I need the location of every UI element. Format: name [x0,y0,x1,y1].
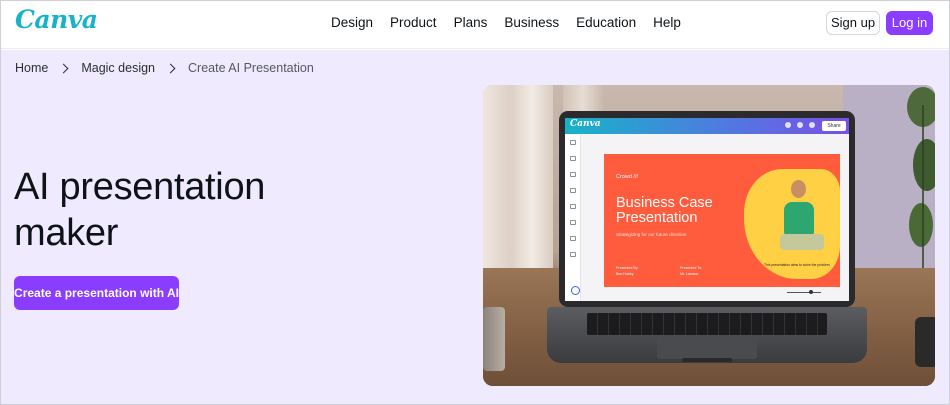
editor-toolbar: Canva Share [565,118,849,134]
share-button: Share [822,121,846,131]
browser-frame: Canva Design Product Plans Business Educ… [0,0,950,405]
cup-decor [483,307,505,371]
trackpad [657,337,757,359]
presented-by-value: Ben Hatley [616,272,634,276]
breadcrumb-magic-design[interactable]: Magic design [81,61,155,75]
nav-design[interactable]: Design [331,15,373,31]
canva-logo[interactable]: Canva [15,5,98,34]
slide-note: This presentation aims to solve the prob… [764,263,830,267]
editor-sidebar [565,134,581,301]
laptop-lip [682,358,732,362]
toolbar-icons [785,122,819,130]
nav-product[interactable]: Product [390,15,437,31]
page-title: AI presentation maker [14,164,374,256]
elements-icon [570,156,576,161]
presented-to-label: Presented To: [680,266,703,270]
projects-icon [570,236,576,241]
camera-decor [915,317,935,367]
sign-up-button[interactable]: Sign up [826,11,880,35]
presented-to-value: Mr. Lawson [680,272,699,276]
slide-brand: Crowd /// [616,174,639,180]
top-nav-bar: Canva Design Product Plans Business Educ… [1,1,949,49]
hero-image-laptop: Canva Share Crowd /// Business Case Pres… [483,85,935,386]
presentation-slide: Crowd /// Business Case Presentation Str… [604,154,840,287]
breadcrumb-home[interactable]: Home [15,61,48,75]
slide-title: Business Case Presentation [616,195,713,226]
draw-icon [570,220,576,225]
plus-icon [797,122,803,128]
page-title-line-1: AI presentation [14,166,266,208]
curtain-decor [483,85,553,275]
laptop-base [547,307,867,363]
text-icon [570,172,576,177]
person-body [784,202,814,236]
hero-section: Home Magic design Create AI Presentation… [1,50,949,404]
create-presentation-button[interactable]: Create a presentation with AI [14,276,179,310]
template-icon [570,140,576,145]
chevron-right-icon [165,63,176,73]
nav-education[interactable]: Education [576,15,636,31]
page-title-line-2: maker [14,212,119,254]
main-nav: Design Product Plans Business Education … [331,15,698,31]
editor-screen: Canva Share Crowd /// Business Case Pres… [565,118,849,301]
chart-icon [809,122,815,128]
uploads-icon [570,204,576,209]
slide-subtitle: Strategizing for our future direction [616,232,687,237]
nav-business[interactable]: Business [504,15,559,31]
person-legs [780,234,824,250]
presented-by-label: Presented By: [616,266,639,270]
plant-decor [907,87,935,285]
nav-help[interactable]: Help [653,15,681,31]
magic-icon [571,286,580,295]
logo-part-2: nva [50,5,98,34]
editor-logo: Canva [570,119,601,129]
breadcrumb: Home Magic design Create AI Presentation [15,61,314,75]
zoom-slider-knob [809,290,813,294]
laptop-screen: Canva Share Crowd /// Business Case Pres… [559,111,855,307]
nav-plans[interactable]: Plans [454,15,488,31]
breadcrumb-current: Create AI Presentation [188,61,314,75]
logo-part-1: Ca [15,5,51,34]
avatar-icon [785,122,791,128]
brand-icon [570,188,576,193]
person-head [791,180,806,198]
zoom-slider [787,292,821,293]
apps-icon [570,252,576,257]
log-in-button[interactable]: Log in [886,11,933,35]
chevron-right-icon [58,63,69,73]
keyboard [587,313,827,335]
